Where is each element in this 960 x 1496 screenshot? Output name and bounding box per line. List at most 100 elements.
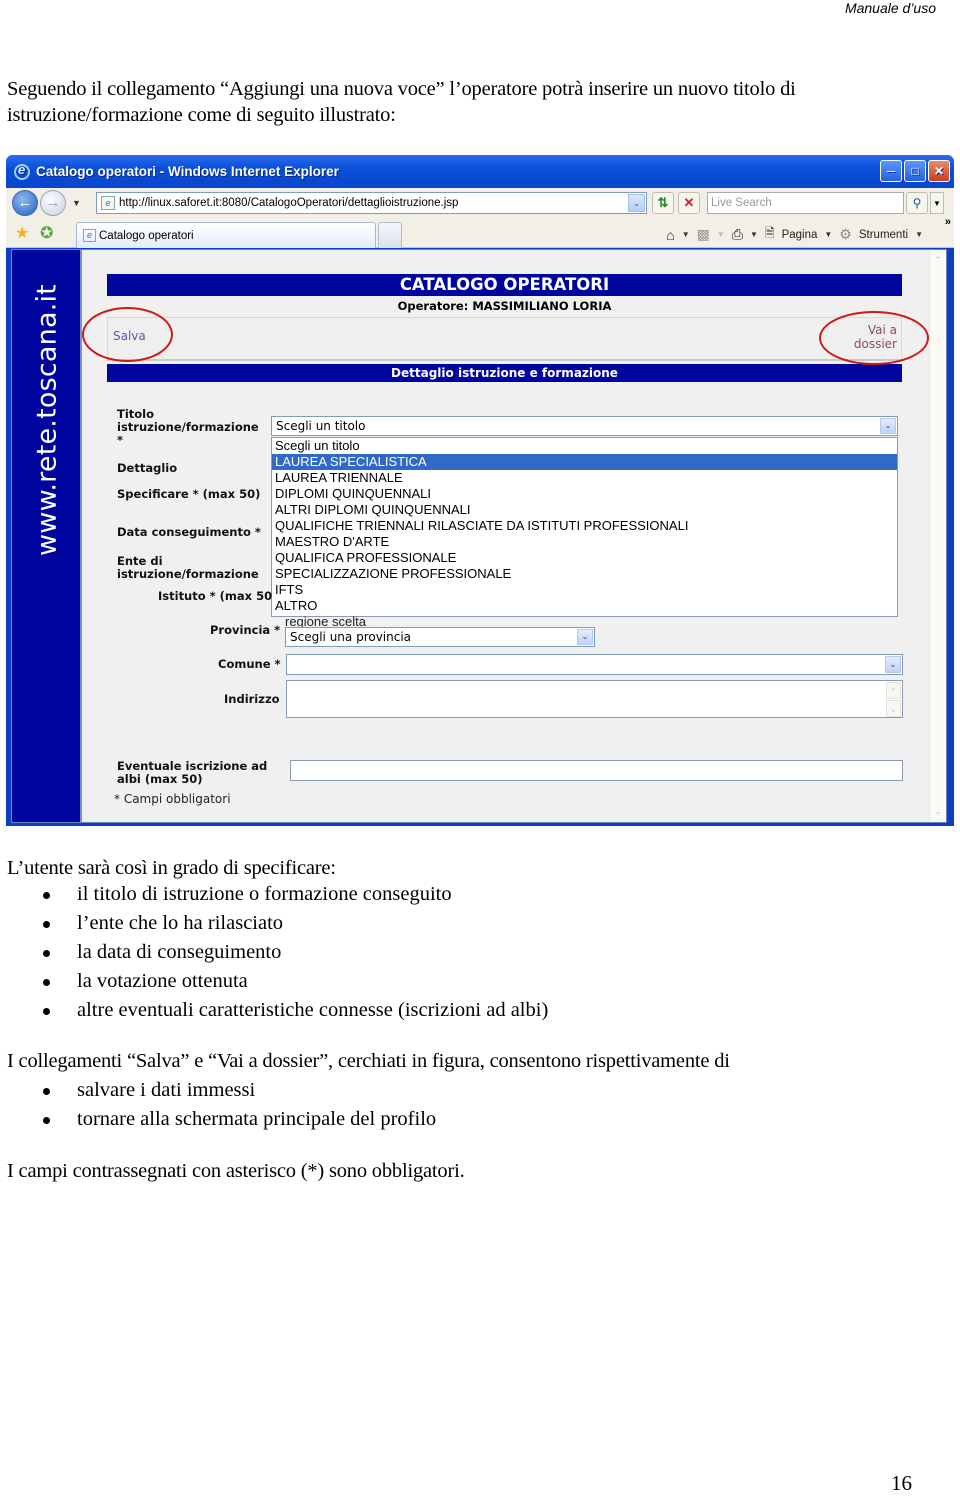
minimize-button[interactable]: ─ xyxy=(880,160,902,182)
titolo-option[interactable]: SPECIALIZZAZIONE PROFESSIONALE xyxy=(272,566,897,582)
command-bar: ⌂ ▼ ▩ ▼ ⎙ ▼ 🗎 Pagina ▼ ⚙ Strumenti ▼ xyxy=(666,224,944,245)
print-dropdown-icon[interactable]: ▼ xyxy=(750,230,758,239)
operator-line: Operatore: MASSIMILIANO LORIA xyxy=(397,299,612,313)
titolo-select[interactable]: Scegli un titolo ⌄ xyxy=(271,416,898,436)
feeds-icon[interactable]: ▩ xyxy=(697,226,710,243)
list-item: la votazione ottenuta xyxy=(40,967,548,996)
intro-paragraph: Seguendo il collegamento “Aggiungi una n… xyxy=(7,78,796,126)
albi-label-line2: albi (max 50) xyxy=(117,772,203,786)
provincia-selected-value: Scegli una provincia xyxy=(290,630,412,644)
title-bar: Catalogo operatori - Windows Internet Ex… xyxy=(6,155,954,188)
page-icon: e xyxy=(101,196,115,210)
titolo-option-highlighted[interactable]: LAUREA SPECIALISTICA xyxy=(272,454,897,470)
feeds-dropdown-icon[interactable]: ▼ xyxy=(717,230,725,239)
provincia-label: Provincia * xyxy=(210,623,281,637)
ie-page-icon: e xyxy=(83,229,96,242)
istituto-label: Istituto * (max 50 xyxy=(158,589,273,603)
address-dropdown-icon[interactable]: ⌄ xyxy=(628,194,645,212)
refresh-button[interactable]: ⇅ xyxy=(652,192,674,214)
chevron-down-icon[interactable]: ⌄ xyxy=(577,629,593,645)
search-button[interactable]: ⚲ xyxy=(906,192,928,214)
titolo-dropdown-list[interactable]: Scegli un titolo LAUREA SPECIALISTICA LA… xyxy=(271,437,898,617)
search-options-dropdown[interactable]: ▼ xyxy=(930,192,944,214)
page-menu-icon: 🗎 xyxy=(764,226,775,240)
search-input[interactable]: Live Search xyxy=(707,192,904,214)
list-item: tornare alla schermata principale del pr… xyxy=(40,1105,436,1134)
maximize-button[interactable]: □ xyxy=(904,160,926,182)
history-dropdown-icon[interactable]: ▼ xyxy=(72,198,81,208)
list-item: la data di conseguimento xyxy=(40,938,548,967)
titolo-option[interactable]: QUALIFICHE TRIENNALI RILASCIATE DA ISTIT… xyxy=(272,518,897,534)
action-link-bar: Salva Vai a dossier xyxy=(107,317,902,361)
titolo-option[interactable]: Scegli un titolo xyxy=(272,438,897,454)
titolo-label: Titolo istruzione/formazione * xyxy=(117,408,259,447)
side-brand-text: www.rete.toscana.it xyxy=(31,284,63,556)
data-conseguimento-label: Data conseguimento * xyxy=(117,525,261,539)
provincia-select[interactable]: Scegli una provincia ⌄ xyxy=(285,627,595,647)
scroll-down-icon[interactable]: ⌄ xyxy=(931,804,945,819)
address-bar[interactable]: e http://linux.saforet.it:8080/CatalogoO… xyxy=(96,192,647,214)
favorites-star-icon[interactable]: ★ xyxy=(15,223,29,243)
page-scrollbar[interactable]: ⌃ ⌄ xyxy=(929,250,946,822)
chevron-down-icon[interactable]: ⌄ xyxy=(880,418,896,434)
tab-bar: ★ ✪ e Catalogo operatori ⌂ ▼ ▩ ▼ ⎙ ▼ 🗎 Pagi… xyxy=(6,216,954,248)
titolo-option[interactable]: MAESTRO D'ARTE xyxy=(272,534,897,550)
running-header: Manuale d’uso xyxy=(844,0,936,16)
tools-menu[interactable]: Strumenti xyxy=(859,229,908,241)
forward-button[interactable]: → xyxy=(40,190,66,216)
annotation-circle-dossier xyxy=(819,311,929,365)
chevron-down-icon[interactable]: ⌄ xyxy=(885,656,901,673)
tools-dropdown-icon[interactable]: ▼ xyxy=(915,230,923,239)
page-title: CATALOGO OPERATORI xyxy=(107,274,902,296)
new-tab-button[interactable] xyxy=(378,222,402,248)
window-title: Catalogo operatori - Windows Internet Ex… xyxy=(36,164,339,179)
stop-button[interactable]: ✕ xyxy=(678,192,700,214)
comune-label: Comune * xyxy=(218,657,281,671)
forward-icon: → xyxy=(45,194,61,211)
comune-select[interactable]: ⌄ xyxy=(286,654,903,675)
add-favorite-icon[interactable]: ✪ xyxy=(40,223,53,243)
print-icon[interactable]: ⎙ xyxy=(732,226,743,243)
ie-logo-icon xyxy=(14,162,30,180)
titolo-selected-value: Scegli un titolo xyxy=(276,419,366,433)
page-dropdown-icon[interactable]: ▼ xyxy=(824,230,832,239)
refresh-icon: ⇅ xyxy=(657,195,669,210)
gear-icon: ⚙ xyxy=(839,226,852,242)
ente-label: Ente di istruzione/formazione xyxy=(117,555,259,581)
titolo-option[interactable]: ALTRO xyxy=(272,598,897,614)
annotation-circle-salva xyxy=(82,307,173,362)
section-title: Dettaglio istruzione e formazione xyxy=(107,364,902,382)
required-fields-note: * Campi obbligatori xyxy=(114,792,231,806)
albi-input[interactable] xyxy=(290,760,903,781)
side-brand-bar: www.rete.toscana.it xyxy=(12,250,82,822)
back-icon: ← xyxy=(17,194,33,211)
back-button[interactable]: ← xyxy=(12,190,38,216)
titolo-option[interactable]: QUALIFICA PROFESSIONALE xyxy=(272,550,897,566)
titolo-option[interactable]: DIPLOMI QUINQUENNALI xyxy=(272,486,897,502)
scroll-up-icon[interactable]: ⌃ xyxy=(931,253,945,268)
home-dropdown-icon[interactable]: ▼ xyxy=(682,230,690,239)
specify-list: il titolo di istruzione o formazione con… xyxy=(40,880,548,1025)
list-item: salvare i dati immessi xyxy=(40,1076,436,1105)
navigation-bar: ← → ▼ e http://linux.saforet.it:8080/Cat… xyxy=(6,188,954,218)
titolo-required-mark: * xyxy=(117,433,124,447)
home-icon[interactable]: ⌂ xyxy=(666,227,674,243)
list-item: il titolo di istruzione o formazione con… xyxy=(40,880,548,909)
list-item: l’ente che lo ha rilasciato xyxy=(40,909,548,938)
links-intro: I collegamenti “Salva” e “Vai a dossier”… xyxy=(7,1050,730,1072)
textarea-scroll-up[interactable]: ⌃ xyxy=(886,682,901,699)
links-list: salvare i dati immessi tornare alla sche… xyxy=(40,1076,436,1134)
titolo-option[interactable]: ALTRI DIPLOMI QUINQUENNALI xyxy=(272,502,897,518)
close-button[interactable]: ✕ xyxy=(928,160,950,182)
catalogo-app: CATALOGO OPERATORI Operatore: MASSIMILIA… xyxy=(107,274,903,806)
titolo-option[interactable]: LAUREA TRIENNALE xyxy=(272,470,897,486)
more-chevron-icon[interactable]: » xyxy=(945,216,951,228)
textarea-scroll-down[interactable]: ⌄ xyxy=(886,700,901,717)
address-text: http://linux.saforet.it:8080/CatalogoOpe… xyxy=(119,197,459,209)
titolo-option[interactable]: IFTS xyxy=(272,582,897,598)
indirizzo-textarea[interactable]: ⌃ ⌄ xyxy=(286,680,903,718)
tab-catalogo-operatori[interactable]: e Catalogo operatori xyxy=(76,222,376,248)
page-menu[interactable]: Pagina xyxy=(782,229,818,241)
dettaglio-label: Dettaglio xyxy=(117,461,178,475)
browser-window-screenshot: Catalogo operatori - Windows Internet Ex… xyxy=(6,155,954,826)
